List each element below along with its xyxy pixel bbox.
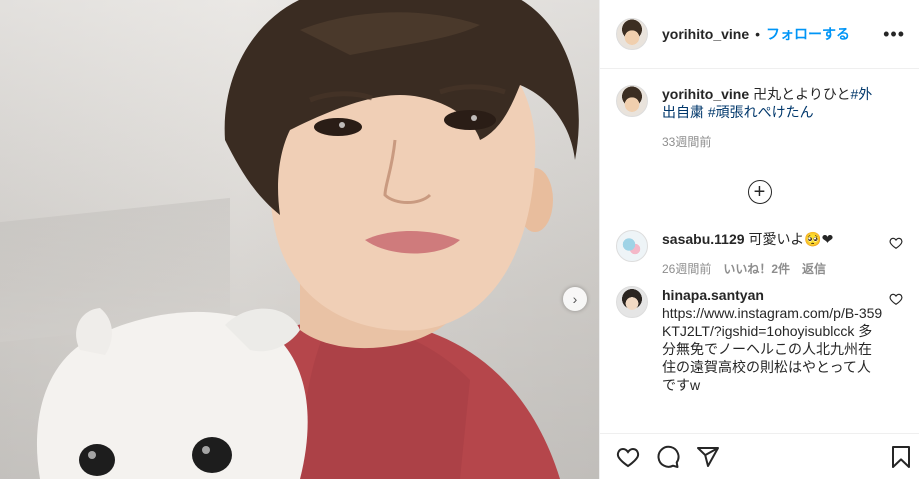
- comment-username[interactable]: sasabu.1129: [662, 231, 745, 247]
- comment-text: https://www.instagram.com/p/B-359KTJ2LT/…: [662, 305, 883, 393]
- header-separator: •: [755, 26, 761, 42]
- post-action-bar: [600, 433, 919, 479]
- post-header: yorihito_vine • フォローする •••: [600, 0, 919, 69]
- caption-text: 卍丸とよりひと: [753, 86, 851, 102]
- comment-likes[interactable]: いいね！2件: [723, 260, 790, 277]
- carousel-next-button[interactable]: ›: [563, 287, 587, 311]
- commenter-avatar[interactable]: [616, 286, 648, 318]
- comments-section[interactable]: yorihito_vine 卍丸とよりひと#外出自粛 #頑張れぺけたん 33週間前…: [600, 69, 919, 433]
- caption-timestamp[interactable]: 33週間前: [662, 133, 711, 150]
- hashtag-link[interactable]: #頑張れぺけたん: [708, 104, 814, 120]
- share-icon[interactable]: [696, 445, 720, 469]
- photo-illustration: [36, 0, 579, 479]
- plus-circle-icon[interactable]: +: [747, 180, 772, 204]
- author-username[interactable]: yorihito_vine: [662, 26, 749, 42]
- caption-avatar[interactable]: [616, 85, 648, 117]
- post-caption: yorihito_vine 卍丸とよりひと#外出自粛 #頑張れぺけたん 33週間前: [616, 85, 903, 180]
- like-comment-heart-icon[interactable]: [889, 292, 903, 306]
- heart-icon[interactable]: [616, 445, 640, 469]
- reply-button[interactable]: 返信: [802, 260, 826, 277]
- follow-button[interactable]: フォローする: [766, 24, 850, 44]
- comment-item: sasabu.1129 可愛いよ🥺❤ 26週間前 いいね！2件 返信: [616, 230, 903, 286]
- caption-username[interactable]: yorihito_vine: [662, 86, 749, 102]
- post-side-panel: yorihito_vine • フォローする ••• yorihito_vine…: [599, 0, 919, 479]
- post-photo[interactable]: ›: [0, 0, 599, 479]
- comment-timestamp[interactable]: 26週間前: [662, 260, 711, 277]
- more-options-icon[interactable]: •••: [883, 24, 905, 45]
- comment-username[interactable]: hinapa.santyan: [662, 287, 764, 303]
- commenter-avatar[interactable]: [616, 230, 648, 262]
- bookmark-icon[interactable]: [889, 445, 913, 469]
- load-more-comments: +: [616, 180, 903, 230]
- comment-icon[interactable]: [656, 445, 680, 469]
- like-comment-heart-icon[interactable]: [889, 236, 903, 250]
- chevron-right-icon: ›: [572, 291, 578, 307]
- comment-item: hinapa.santyan https://www.instagram.com…: [616, 286, 903, 406]
- instagram-post: › yorihito_vine • フォローする ••• yorihito_vi…: [0, 0, 919, 479]
- author-avatar[interactable]: [616, 18, 648, 50]
- comment-text: 可愛いよ🥺❤: [748, 231, 834, 247]
